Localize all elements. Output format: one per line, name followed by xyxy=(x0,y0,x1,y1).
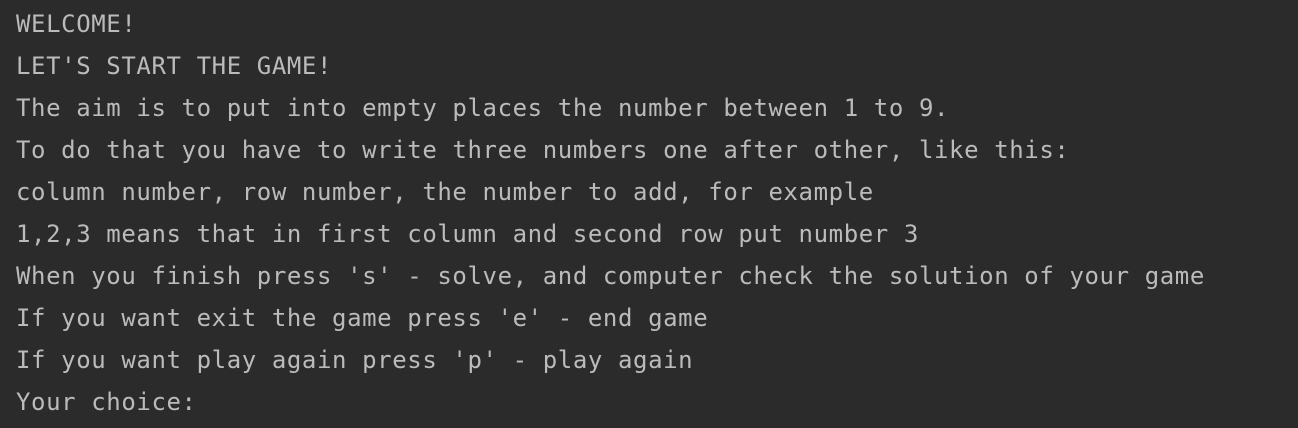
choice-prompt-line[interactable]: Your choice: xyxy=(16,381,1298,423)
input-format-line: To do that you have to write three numbe… xyxy=(16,136,1070,164)
example-line: 1,2,3 means that in first column and sec… xyxy=(16,220,919,248)
welcome-line: WELCOME! xyxy=(16,10,137,38)
aim-instruction-line: The aim is to put into empty places the … xyxy=(16,94,950,122)
exit-instruction-line: If you want exit the game press 'e' - en… xyxy=(16,304,709,332)
console-input[interactable] xyxy=(212,381,232,423)
play-again-instruction-line: If you want play again press 'p' - play … xyxy=(16,346,694,374)
choice-prompt-label: Your choice: xyxy=(16,388,212,416)
console-output: WELCOME! LET'S START THE GAME! The aim i… xyxy=(0,0,1298,428)
input-format-detail-line: column number, row number, the number to… xyxy=(16,178,874,206)
solve-instruction-line: When you finish press 's' - solve, and c… xyxy=(16,262,1205,290)
start-game-line: LET'S START THE GAME! xyxy=(16,52,333,80)
